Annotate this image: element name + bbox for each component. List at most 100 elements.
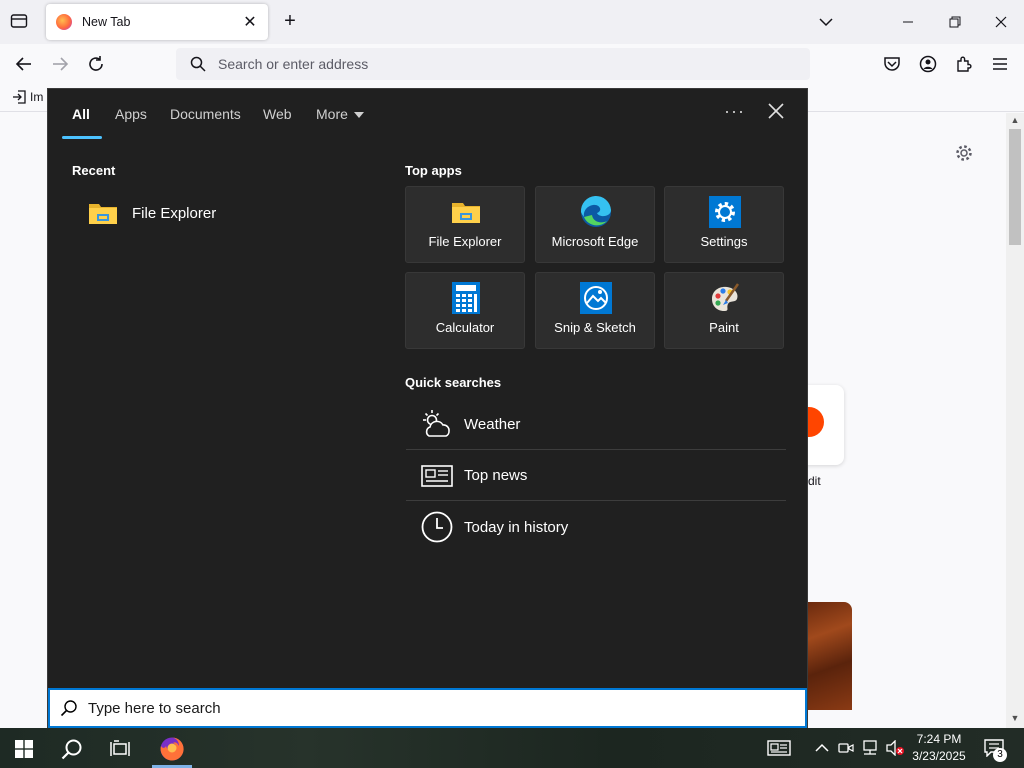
tab-close-button[interactable]: ✕	[242, 12, 258, 32]
active-tab-indicator	[62, 136, 102, 139]
account-icon	[919, 55, 937, 73]
notification-count-badge: 3	[993, 748, 1007, 762]
bookmark-import[interactable]: Im	[12, 90, 43, 104]
quick-searches-heading: Quick searches	[405, 375, 502, 390]
recent-heading: Recent	[72, 163, 116, 178]
recent-item-file-explorer[interactable]: File Explorer	[72, 193, 372, 233]
reload-button[interactable]	[84, 52, 108, 76]
windows-logo-icon	[15, 740, 33, 758]
search-icon	[190, 56, 206, 72]
app-tile-settings[interactable]: Settings	[664, 186, 784, 263]
show-hidden-icons-button[interactable]	[814, 738, 830, 758]
news-widget-button[interactable]	[766, 738, 792, 758]
quick-search-weather[interactable]: Weather	[406, 400, 786, 450]
import-icon	[13, 90, 26, 104]
tab-documents[interactable]: Documents	[170, 106, 241, 122]
quick-search-label: Today in history	[464, 518, 569, 536]
pocket-button[interactable]	[880, 52, 904, 76]
network-button[interactable]	[861, 738, 879, 758]
tab-more[interactable]: More	[316, 106, 364, 122]
back-button[interactable]	[12, 52, 36, 76]
task-view-icon	[110, 740, 130, 756]
close-icon	[995, 16, 1007, 28]
list-all-tabs-button[interactable]	[812, 8, 840, 36]
forward-arrow-icon	[53, 57, 69, 71]
task-view-button[interactable]	[100, 732, 140, 766]
app-tile-label: Microsoft Edge	[551, 234, 639, 249]
recent-item-label: File Explorer	[132, 204, 217, 222]
top-apps-heading: Top apps	[405, 163, 462, 178]
scroll-thumb[interactable]	[1009, 129, 1021, 245]
tab-more-label: More	[316, 106, 348, 122]
extensions-button[interactable]	[952, 52, 976, 76]
page-scrollbar[interactable]: ▲ ▼	[1006, 113, 1024, 728]
reload-icon	[89, 56, 103, 71]
account-button[interactable]	[916, 52, 940, 76]
tab-title: New Tab	[82, 15, 131, 29]
hamburger-menu-icon	[993, 58, 1007, 70]
caret-down-icon	[353, 112, 364, 119]
close-search-button[interactable]	[764, 99, 788, 123]
more-options-button[interactable]: ···	[724, 101, 745, 122]
weather-icon	[423, 409, 450, 437]
tab-new-tab[interactable]: New Tab ✕	[46, 4, 268, 40]
story-card-image[interactable]	[808, 602, 852, 710]
back-arrow-icon	[15, 57, 31, 71]
windows-search-panel: All Apps Documents Web More ··· Recent F…	[47, 88, 808, 728]
meet-now-icon	[838, 743, 854, 753]
firefox-icon	[160, 737, 184, 761]
browser-nav-bar	[0, 44, 1024, 84]
close-icon	[768, 103, 784, 119]
search-icon	[61, 739, 82, 760]
tab-web[interactable]: Web	[263, 106, 292, 122]
scroll-up-arrow-icon[interactable]: ▲	[1009, 115, 1021, 125]
app-tile-label: Paint	[709, 320, 739, 335]
quick-search-label: Top news	[464, 467, 528, 484]
close-window-button[interactable]	[987, 8, 1015, 36]
scroll-down-arrow-icon[interactable]: ▼	[1009, 713, 1021, 723]
chevron-up-icon	[815, 743, 829, 752]
tab-apps[interactable]: Apps	[115, 106, 147, 122]
firefox-view-button[interactable]	[8, 10, 30, 32]
snip-sketch-icon	[580, 282, 612, 314]
file-explorer-icon	[89, 204, 117, 224]
chevron-down-icon	[819, 18, 833, 27]
start-button[interactable]	[4, 732, 44, 766]
network-icon	[863, 740, 877, 755]
new-tab-button[interactable]: +	[279, 10, 301, 32]
taskbar-firefox-button[interactable]	[152, 732, 192, 766]
news-icon	[421, 464, 453, 487]
app-tile-label: Calculator	[435, 320, 495, 335]
quick-search-top-news[interactable]: Top news	[406, 451, 786, 501]
forward-button[interactable]	[48, 52, 72, 76]
search-input[interactable]	[88, 699, 768, 717]
customize-new-tab-button[interactable]	[955, 144, 973, 168]
app-tile-snip-sketch[interactable]: Snip & Sketch	[535, 272, 655, 349]
clock-time: 7:24 PM	[916, 732, 962, 746]
minimize-button[interactable]	[894, 8, 922, 36]
meet-now-button[interactable]	[838, 738, 854, 758]
clock-date: 3/23/2025	[912, 749, 966, 763]
url-bar[interactable]	[176, 48, 810, 80]
quick-search-today-in-history[interactable]: Today in history	[406, 502, 786, 552]
app-tile-calculator[interactable]: Calculator	[405, 272, 525, 349]
search-box[interactable]	[48, 688, 807, 728]
app-tile-paint[interactable]: Paint	[664, 272, 784, 349]
search-icon	[60, 700, 77, 717]
tab-all[interactable]: All	[72, 106, 90, 122]
shortcut-label: dit	[808, 474, 821, 488]
app-tile-microsoft-edge[interactable]: Microsoft Edge	[535, 186, 655, 263]
app-menu-button[interactable]	[988, 52, 1012, 76]
restore-button[interactable]	[941, 8, 969, 36]
calculator-icon	[452, 282, 480, 314]
browser-tab-bar: New Tab ✕ +	[0, 0, 1024, 44]
app-tile-file-explorer[interactable]: File Explorer	[405, 186, 525, 263]
taskbar-clock[interactable]: 7:24 PM 3/23/2025	[900, 731, 978, 765]
news-widget-icon	[767, 740, 791, 756]
url-input[interactable]	[218, 56, 778, 72]
clock-icon	[421, 511, 453, 543]
paint-palette-icon	[712, 283, 740, 311]
pocket-icon	[884, 57, 900, 71]
search-taskbar-button[interactable]	[52, 732, 92, 766]
app-tile-label: Snip & Sketch	[554, 320, 636, 335]
